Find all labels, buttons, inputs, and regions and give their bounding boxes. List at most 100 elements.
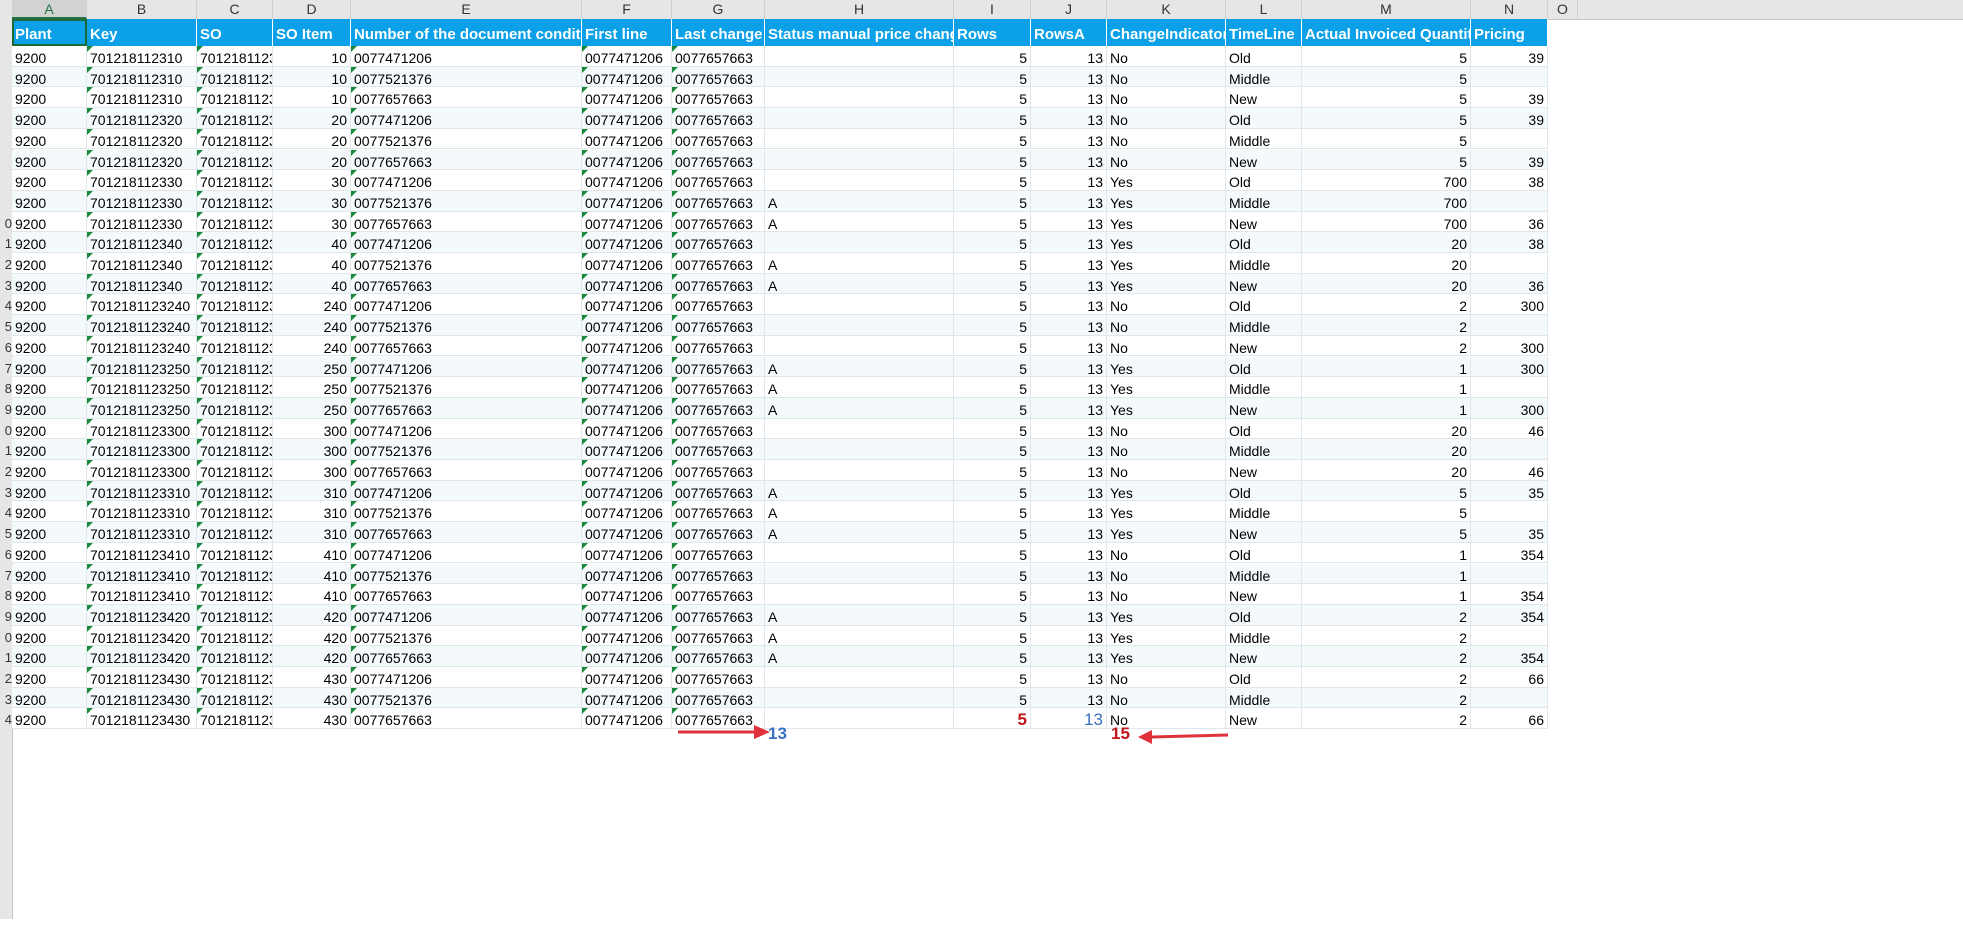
table-cell[interactable]: 9200: [12, 625, 87, 647]
table-cell[interactable]: 0077471206: [582, 149, 672, 171]
table-cell[interactable]: 2: [1302, 646, 1471, 667]
table-cell[interactable]: A: [765, 522, 954, 543]
table-cell[interactable]: 1: [1302, 377, 1471, 398]
table-cell[interactable]: 7012181123310: [87, 480, 197, 502]
table-cell[interactable]: 7012181123250: [87, 397, 197, 419]
table-cell[interactable]: 0077657663: [672, 87, 765, 109]
table-cell[interactable]: 39: [1471, 108, 1548, 129]
table-cell[interactable]: 13: [1031, 356, 1107, 378]
header-cell[interactable]: Key: [87, 19, 197, 46]
row-number[interactable]: 7: [0, 357, 12, 378]
table-cell[interactable]: 7012181123300: [87, 439, 197, 460]
table-cell[interactable]: Middle: [1226, 687, 1302, 709]
table-cell[interactable]: 0077521376: [351, 439, 582, 460]
table-cell[interactable]: 5: [954, 232, 1031, 253]
table-cell[interactable]: 13: [1031, 211, 1107, 233]
table-cell[interactable]: 0077471206: [582, 397, 672, 419]
table-cell[interactable]: 9200: [12, 149, 87, 171]
table-cell[interactable]: 20: [273, 149, 351, 171]
table-cell[interactable]: 7012181123420: [87, 604, 197, 626]
table-cell[interactable]: 701218112340: [87, 253, 197, 274]
table-cell[interactable]: 0077657663: [672, 397, 765, 419]
table-cell[interactable]: 5: [954, 604, 1031, 626]
table-cell[interactable]: 0077657663: [672, 315, 765, 336]
table-cell[interactable]: 0077657663: [672, 418, 765, 440]
table-cell[interactable]: 0077657663: [672, 46, 765, 67]
table-cell[interactable]: 7012181123: [197, 315, 273, 336]
table-cell[interactable]: 0077657663: [672, 501, 765, 523]
table-cell[interactable]: 7012181123410: [87, 584, 197, 605]
table-cell[interactable]: Old: [1226, 294, 1302, 316]
table-cell[interactable]: 13: [1031, 149, 1107, 171]
table-cell[interactable]: Middle: [1226, 501, 1302, 523]
table-cell[interactable]: 7012181123410: [87, 542, 197, 564]
table-cell[interactable]: 0077657663: [672, 646, 765, 667]
table-cell[interactable]: 5: [954, 625, 1031, 647]
table-cell[interactable]: New: [1226, 584, 1302, 605]
header-cell[interactable]: Pricing: [1471, 19, 1548, 46]
table-cell[interactable]: 9200: [12, 211, 87, 233]
table-cell[interactable]: 0077471206: [582, 542, 672, 564]
table-cell[interactable]: 0077521376: [351, 128, 582, 150]
table-cell[interactable]: 701218112330: [87, 211, 197, 233]
table-cell[interactable]: 13: [1031, 687, 1107, 709]
row-number[interactable]: [0, 108, 12, 129]
table-cell[interactable]: 420: [273, 604, 351, 626]
table-cell[interactable]: 7012181123: [197, 563, 273, 585]
table-cell[interactable]: 701218112340: [87, 232, 197, 253]
table-cell[interactable]: 13: [1031, 397, 1107, 419]
table-cell[interactable]: 7012181123: [197, 273, 273, 295]
table-cell[interactable]: 0077657663: [672, 108, 765, 129]
table-cell[interactable]: 0077521376: [351, 66, 582, 88]
table-cell[interactable]: 30: [273, 170, 351, 191]
table-cell[interactable]: No: [1107, 294, 1226, 316]
table-cell[interactable]: 5: [954, 66, 1031, 88]
table-cell[interactable]: Middle: [1226, 128, 1302, 150]
table-cell[interactable]: Yes: [1107, 253, 1226, 274]
table-cell[interactable]: 410: [273, 542, 351, 564]
row-number[interactable]: 5: [0, 315, 12, 336]
row-number[interactable]: 8: [0, 377, 12, 398]
table-cell[interactable]: 7012181123430: [87, 667, 197, 688]
table-cell[interactable]: 5: [954, 501, 1031, 523]
table-cell[interactable]: 13: [1031, 439, 1107, 460]
row-number[interactable]: [0, 150, 12, 171]
table-cell[interactable]: 5: [954, 542, 1031, 564]
table-cell[interactable]: No: [1107, 460, 1226, 481]
table-cell[interactable]: No: [1107, 687, 1226, 709]
table-cell[interactable]: 5: [954, 170, 1031, 191]
table-cell[interactable]: 0077521376: [351, 190, 582, 212]
table-cell[interactable]: 9200: [12, 542, 87, 564]
table-cell[interactable]: 300: [1471, 294, 1548, 316]
table-cell[interactable]: 7012181123: [197, 439, 273, 460]
table-cell[interactable]: 0077657663: [351, 211, 582, 233]
table-cell[interactable]: New: [1226, 211, 1302, 233]
table-cell[interactable]: No: [1107, 87, 1226, 109]
table-cell[interactable]: A: [765, 273, 954, 295]
header-cell[interactable]: SO Item: [273, 19, 351, 46]
table-cell[interactable]: 5: [954, 460, 1031, 481]
row-number[interactable]: [0, 191, 12, 212]
table-cell[interactable]: 701218112310: [87, 66, 197, 88]
table-cell[interactable]: 13: [1031, 273, 1107, 295]
column-header-I[interactable]: I: [954, 0, 1031, 19]
table-cell[interactable]: 0077471206: [582, 232, 672, 253]
table-cell[interactable]: 5: [954, 87, 1031, 109]
table-cell[interactable]: 13: [1031, 232, 1107, 253]
table-cell[interactable]: 9200: [12, 667, 87, 688]
table-cell[interactable]: 0077657663: [672, 584, 765, 605]
table-cell[interactable]: 700: [1302, 170, 1471, 191]
table-cell[interactable]: 700: [1302, 190, 1471, 212]
table-cell[interactable]: Old: [1226, 480, 1302, 502]
table-cell[interactable]: 7012181123240: [87, 294, 197, 316]
table-cell[interactable]: No: [1107, 108, 1226, 129]
table-cell[interactable]: 46: [1471, 418, 1548, 440]
table-cell[interactable]: [1471, 315, 1548, 336]
table-cell[interactable]: 7012181123: [197, 418, 273, 440]
table-cell[interactable]: 0077657663: [672, 294, 765, 316]
table-cell[interactable]: 7012181123: [197, 149, 273, 171]
table-cell[interactable]: Yes: [1107, 190, 1226, 212]
table-cell[interactable]: 0077471206: [582, 211, 672, 233]
table-cell[interactable]: 30: [273, 211, 351, 233]
table-cell[interactable]: 0077657663: [351, 708, 582, 730]
